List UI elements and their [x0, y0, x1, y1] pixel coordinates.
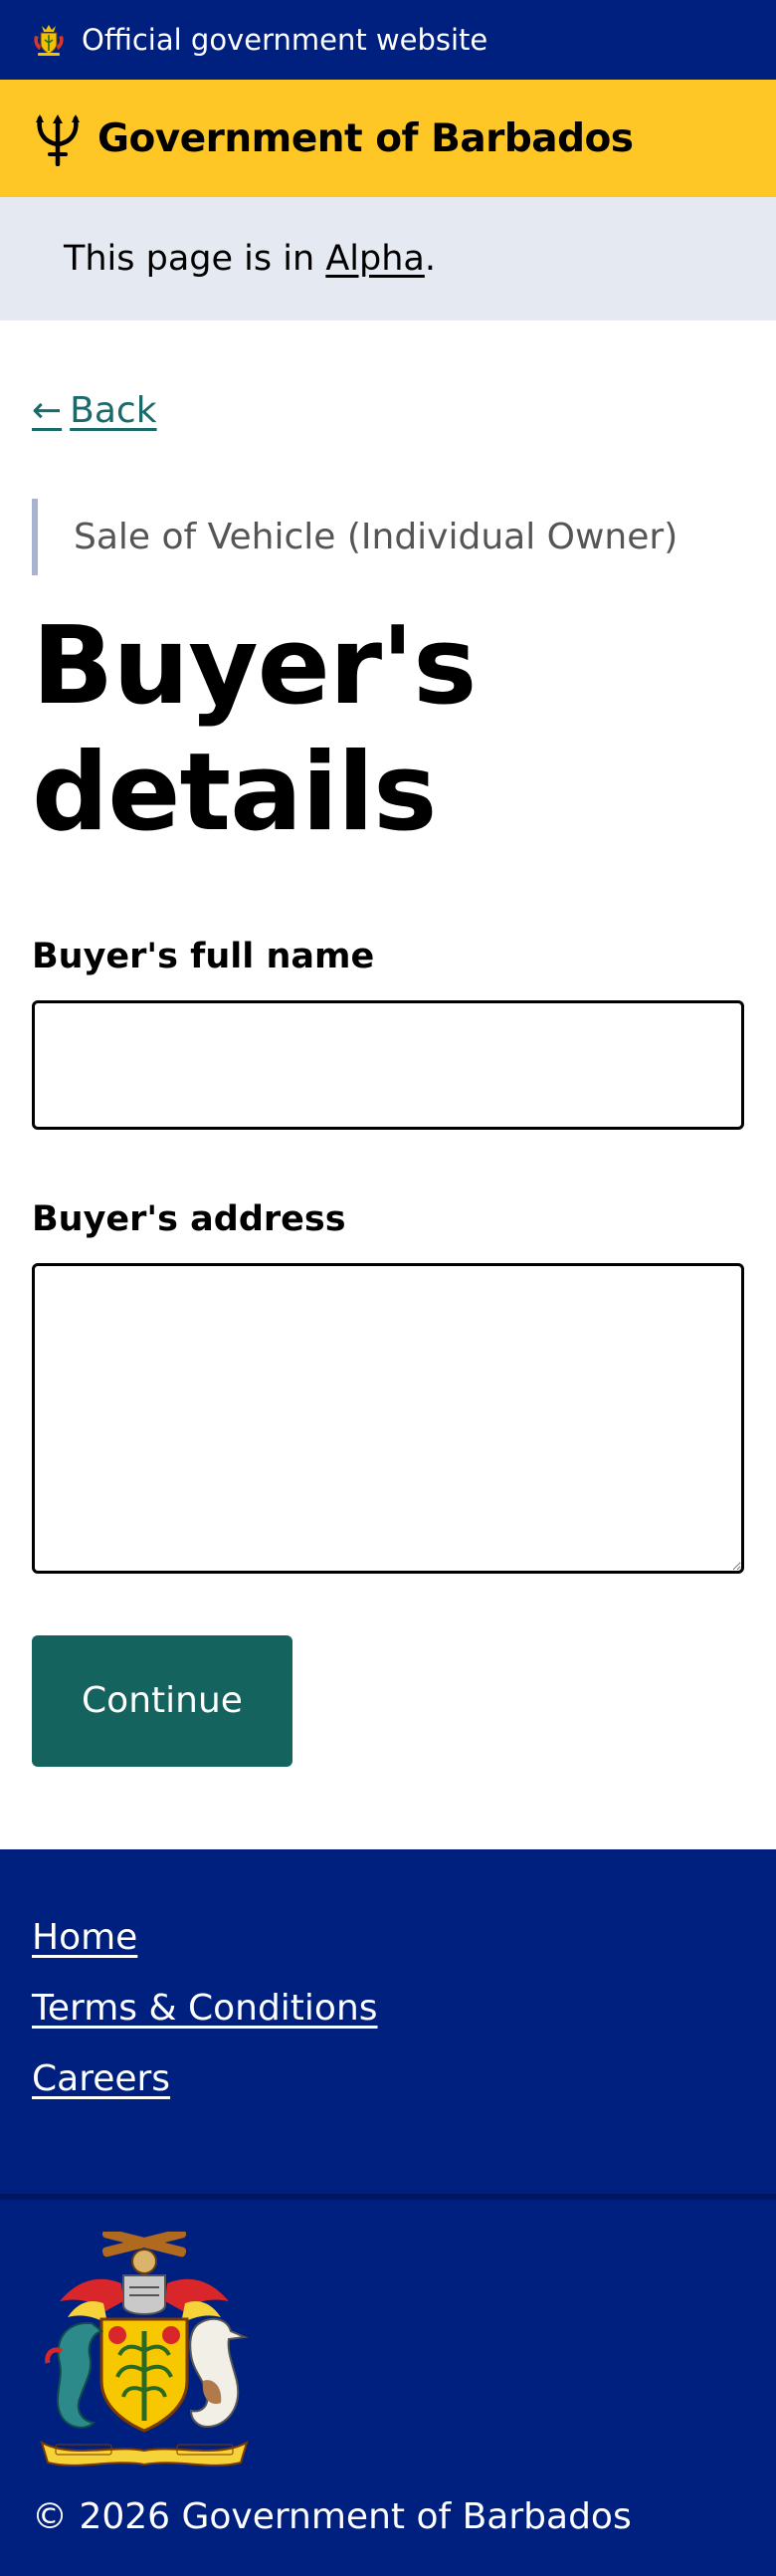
caption-text: Sale of Vehicle (Individual Owner): [74, 517, 679, 557]
phase-banner: This page is in Alpha .: [0, 197, 776, 321]
alpha-link[interactable]: Alpha: [325, 239, 425, 279]
main-content: ← Back Sale of Vehicle (Individual Owner…: [0, 321, 776, 1767]
footer-link-careers[interactable]: Careers: [32, 2058, 744, 2099]
footer-link-terms[interactable]: Terms & Conditions: [32, 1988, 744, 2029]
site-header: Government of Barbados: [0, 80, 776, 197]
copyright-text: © 2026 Government of Barbados: [32, 2496, 632, 2537]
back-link[interactable]: ← Back: [32, 390, 157, 431]
phase-banner-period: .: [424, 239, 436, 279]
footer-link-home[interactable]: Home: [32, 1917, 744, 1958]
official-government-banner: Official government website: [0, 0, 776, 80]
page-title: Buyer's details: [32, 604, 477, 856]
back-link-label: Back: [70, 390, 157, 431]
footer-bottom: © 2026 Government of Barbados: [0, 2200, 776, 2576]
full-name-input[interactable]: [32, 999, 744, 1130]
service-caption: Sale of Vehicle (Individual Owner): [32, 499, 744, 575]
address-label: Buyer's address: [32, 1198, 346, 1239]
continue-button[interactable]: Continue: [32, 1634, 292, 1767]
address-textarea[interactable]: [32, 1262, 744, 1574]
official-website-text: Official government website: [82, 23, 488, 57]
back-arrow-icon: ←: [32, 390, 63, 431]
coat-of-arms-icon: [40, 2232, 249, 2467]
header-title[interactable]: Government of Barbados: [97, 116, 634, 161]
phase-banner-text: This page is in: [64, 239, 326, 279]
footer-navigation: Home Terms & Conditions Careers: [0, 1849, 776, 2194]
full-name-label: Buyer's full name: [32, 936, 375, 976]
trident-icon: [36, 114, 80, 166]
coat-of-arms-icon: [34, 25, 64, 56]
